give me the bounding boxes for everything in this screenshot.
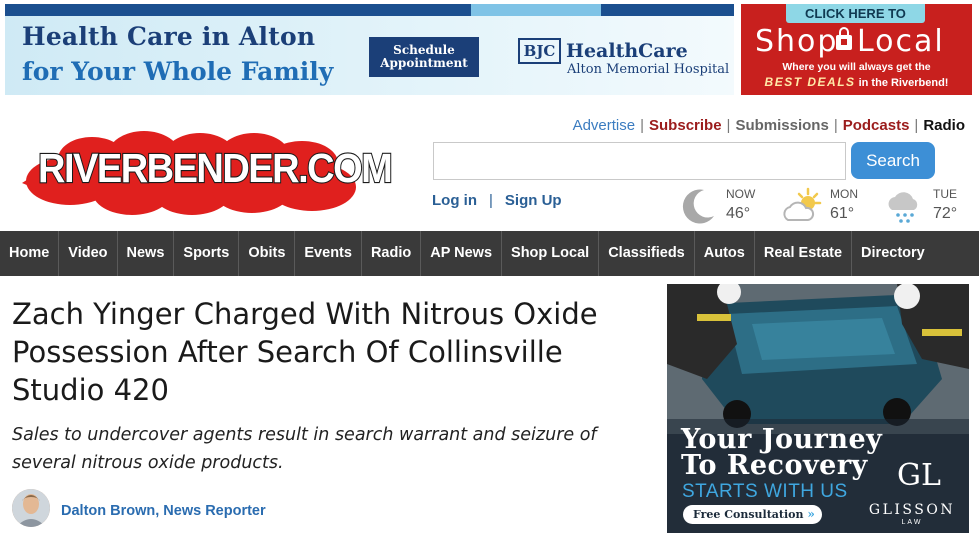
chevron-right-icon: » [807, 507, 815, 521]
search-button[interactable]: Search [851, 142, 935, 179]
glisson-name: GLISSON [868, 502, 956, 518]
radio-link[interactable]: Radio [923, 117, 965, 134]
glisson-law-label: LAW [901, 519, 923, 526]
ad-stripe [5, 4, 471, 16]
link-separator: | [833, 117, 838, 134]
header-links: Advertise | Subscribe | Submissions | Podcasts… [573, 117, 965, 134]
weather-day: TUE [933, 187, 957, 201]
login-link[interactable]: Log in [432, 192, 477, 209]
article-subhead: Sales to undercover agents result in sea… [12, 425, 597, 473]
ad-stripe [601, 4, 734, 16]
weather-now[interactable]: NOW 46° [678, 183, 758, 227]
nav-obits[interactable]: Obits [239, 231, 296, 276]
ad-headline-2: for Your Whole Family [22, 57, 334, 86]
podcasts-link[interactable]: Podcasts [843, 117, 910, 134]
link-separator: | [726, 117, 731, 134]
nav-news[interactable]: News [118, 231, 175, 276]
partly-sunny-icon [783, 187, 822, 221]
healthcare-brand: HealthCare [566, 40, 688, 62]
riverbend-label: in the Riverbend! [855, 77, 949, 89]
weather-day: MON [830, 187, 858, 201]
weather-temp: 61° [830, 205, 855, 222]
nav-video[interactable]: Video [59, 231, 118, 276]
ad-stripe [471, 4, 601, 16]
glisson-law-ad[interactable]: Your Journey To Recovery STARTS WITH US … [667, 284, 969, 533]
nav-directory[interactable]: Directory [852, 231, 934, 276]
page: Health Care in Alton for Your Whole Fami… [0, 0, 979, 534]
nav-classifieds[interactable]: Classifieds [599, 231, 695, 276]
auth-separator: | [489, 192, 493, 209]
best-deals-line: BEST DEALS in the Riverbend! [741, 75, 972, 89]
shopping-bag-icon [836, 27, 852, 50]
nav-home[interactable]: Home [0, 231, 60, 276]
weather-mon[interactable]: MON 61° [782, 183, 862, 227]
free-consultation-label: Free Consultation [693, 508, 804, 521]
search-input[interactable] [433, 142, 846, 180]
signup-link[interactable]: Sign Up [505, 192, 562, 209]
bjc-logo: BJC [518, 38, 561, 64]
weather-temp: 46° [726, 205, 751, 222]
shop-word: Shop [755, 24, 839, 59]
main-nav: Home Video News Sports Obits Events Radi… [0, 231, 979, 276]
ad-headline-1: Health Care in Alton [22, 22, 316, 51]
link-separator: | [640, 117, 645, 134]
weather-tue[interactable]: TUE 72° [885, 183, 965, 227]
author-photo [12, 489, 50, 527]
author-byline[interactable]: Dalton Brown, News Reporter [61, 503, 266, 519]
weather-temp: 72° [933, 205, 958, 222]
healthcare-ad-banner[interactable]: Health Care in Alton for Your Whole Fami… [5, 4, 734, 95]
nav-ap-news[interactable]: AP News [421, 231, 503, 276]
best-deals-label: BEST DEALS [764, 75, 856, 89]
nav-sports[interactable]: Sports [174, 231, 240, 276]
schedule-appointment-button[interactable]: Schedule Appointment [369, 37, 479, 77]
glisson-monogram: GL [897, 458, 941, 493]
auth-links: Log in | Sign Up [432, 192, 562, 209]
nav-radio[interactable]: Radio [362, 231, 422, 276]
hospital-name: Alton Memorial Hospital [567, 62, 730, 77]
shop-local-tagline: Where you will always get the [782, 61, 931, 73]
nav-autos[interactable]: Autos [695, 231, 755, 276]
ad-line-2: To Recovery [681, 450, 868, 481]
logo-wordmark: RIVERBENDER.COM [37, 145, 394, 193]
nav-events[interactable]: Events [295, 231, 362, 276]
nav-shop-local[interactable]: Shop Local [502, 231, 600, 276]
nav-real-estate[interactable]: Real Estate [755, 231, 853, 276]
shop-local-ad[interactable]: CLICK HERE TO Shop Local Where you will … [741, 4, 972, 95]
weather-day: NOW [726, 187, 756, 201]
click-here-label: CLICK HERE TO [786, 4, 925, 23]
link-separator: | [914, 117, 919, 134]
local-word: Local [857, 24, 945, 59]
free-consultation-button[interactable]: Free Consultation » [683, 505, 822, 524]
submissions-link[interactable]: Submissions [735, 117, 828, 134]
appointment-label: Appointment [380, 56, 468, 70]
subscribe-link[interactable]: Subscribe [649, 117, 722, 134]
rain-cloud-icon [888, 192, 918, 223]
article-headline: Zach Yinger Charged With Nitrous Oxide P… [12, 297, 598, 407]
author-avatar[interactable] [12, 489, 50, 527]
advertise-link[interactable]: Advertise [573, 117, 636, 134]
moon-icon [682, 189, 714, 224]
ad-line-3: STARTS WITH US [682, 481, 848, 502]
